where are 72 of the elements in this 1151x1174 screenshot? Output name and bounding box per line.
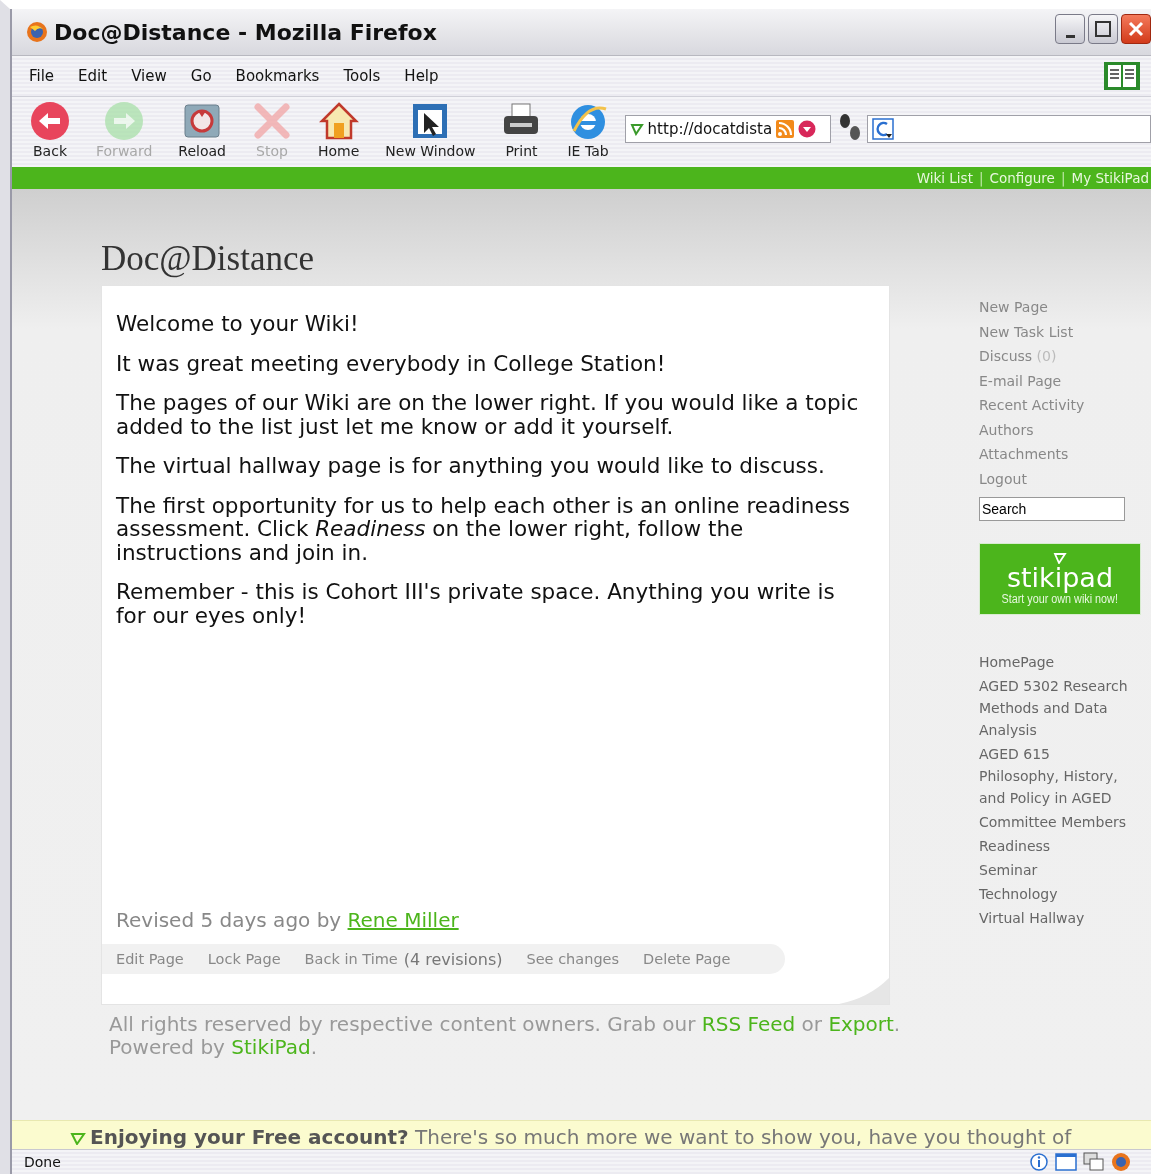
menu-item[interactable]: View <box>130 65 168 87</box>
page-link[interactable]: AGED 5302 Research Methods and Data Analysis <box>979 675 1131 741</box>
toolbar-button[interactable]: New Window <box>385 101 476 159</box>
separator: | <box>1060 170 1066 186</box>
paragraph: The virtual hallway page is for anything you would like to discuss. <box>116 454 826 478</box>
stop-x-icon <box>251 101 292 141</box>
search-field[interactable]: Search <box>979 497 1125 521</box>
revision-note: Revised 5 days ago by Rene Miller <box>116 908 460 932</box>
sidebar-link[interactable]: New Page <box>979 295 1151 320</box>
page-action-link[interactable]: Back in Time <box>304 951 398 967</box>
window-icon[interactable] <box>1055 1152 1077 1172</box>
close-icon <box>1128 21 1144 37</box>
maximize-icon <box>1095 21 1111 37</box>
menu-item[interactable]: Help <box>403 65 440 87</box>
status-text: Done <box>24 1154 61 1170</box>
page-link[interactable]: Committee Members <box>979 811 1131 833</box>
author-link[interactable]: Rene Miller <box>347 908 459 932</box>
wiki-title: Doc@Distance <box>101 239 315 279</box>
search-field[interactable] <box>866 115 1151 143</box>
maximize-button[interactable] <box>1088 14 1118 44</box>
toolbar-button[interactable]: Reload <box>178 101 226 159</box>
menu-item[interactable]: Bookmarks <box>234 65 321 87</box>
minimize-icon <box>1065 34 1075 38</box>
menu-item[interactable]: Tools <box>342 65 382 87</box>
page-link[interactable]: Technology <box>979 883 1131 905</box>
page-action-link[interactable]: Delete Page <box>643 951 731 967</box>
reload-icon <box>182 101 223 141</box>
revision-count: (4 revisions) <box>403 949 503 969</box>
sidebar-link[interactable]: Recent Activity <box>979 393 1151 418</box>
address-bar[interactable]: http://docatdista <box>624 115 831 143</box>
minimize-button[interactable] <box>1055 14 1085 44</box>
promo-banner[interactable]: stikipad Start your own wiki now! <box>979 543 1141 615</box>
window-title: Doc@Distance - Mozilla Firefox <box>54 19 438 45</box>
info-icon[interactable] <box>1029 1152 1049 1172</box>
house-icon <box>318 101 359 141</box>
sidebar-link[interactable]: Attachments <box>979 442 1151 467</box>
promo-tagline: Start your own wiki now! <box>1001 592 1119 606</box>
page-link[interactable]: HomePage <box>979 651 1131 673</box>
firefox-icon[interactable] <box>1111 1152 1131 1172</box>
separator: | <box>978 170 984 186</box>
address-field[interactable]: http://docatdista <box>647 120 772 138</box>
footer-text: All rights reserved by respective content owners. Grab our RSS Feed or Export. Powered by StikiPad. <box>109 1013 902 1059</box>
sidebar-link[interactable]: New Task List <box>979 319 1151 344</box>
sidebar-link[interactable]: Logout <box>979 466 1151 491</box>
download-icon[interactable] <box>797 120 816 138</box>
close-button[interactable] <box>1121 14 1151 44</box>
windows-stack-icon[interactable] <box>1083 1152 1105 1172</box>
paragraph: The first opportunity for us to help each other is an online readiness assessment. Click Readiness on the lower right, follow the instructions and join in. <box>116 493 852 564</box>
promo-message: Enjoying your Free account? There's so much more we want to show you, have you thought of <box>90 1125 1072 1149</box>
sidebar-link[interactable]: Authors <box>979 417 1151 442</box>
toolbar-button[interactable]: Home <box>317 101 360 159</box>
page-action-link[interactable]: See changes <box>526 951 620 967</box>
toolbar-button[interactable]: Back <box>30 101 70 159</box>
book-icon[interactable] <box>1103 61 1141 91</box>
page-action-link[interactable]: Edit Page <box>116 951 184 967</box>
firefox-icon <box>26 21 48 43</box>
menu-item[interactable]: Edit <box>77 65 109 87</box>
menu-item[interactable]: Go <box>189 65 213 87</box>
toolbar-button[interactable]: IE Tab <box>567 101 609 159</box>
page-action-link[interactable]: Lock Page <box>207 951 281 967</box>
page-link[interactable]: AGED 615 Philosophy, History, and Policy in AGED <box>979 743 1131 809</box>
menu-item[interactable]: File <box>28 65 56 87</box>
toolbar-button[interactable]: Print <box>501 101 542 159</box>
page-link[interactable]: Virtual Hallway <box>979 907 1131 929</box>
page-link[interactable]: Seminar <box>979 859 1131 881</box>
paragraph: It was great meeting everybody in College Station! <box>116 351 667 375</box>
paragraph: Remember - this is Cohort III's private space. Anything you write is for our eyes only! <box>116 580 836 627</box>
paragraph: The pages of our Wiki are on the lower right. If you would like a topic added to the list just let me know or add it yourself. <box>116 391 860 438</box>
paragraph: Welcome to your Wiki! <box>116 312 360 336</box>
sidebar-link[interactable]: E-mail Page <box>979 368 1151 393</box>
search-engine-icon <box>871 118 894 140</box>
page-link[interactable]: Readiness <box>979 835 1131 857</box>
